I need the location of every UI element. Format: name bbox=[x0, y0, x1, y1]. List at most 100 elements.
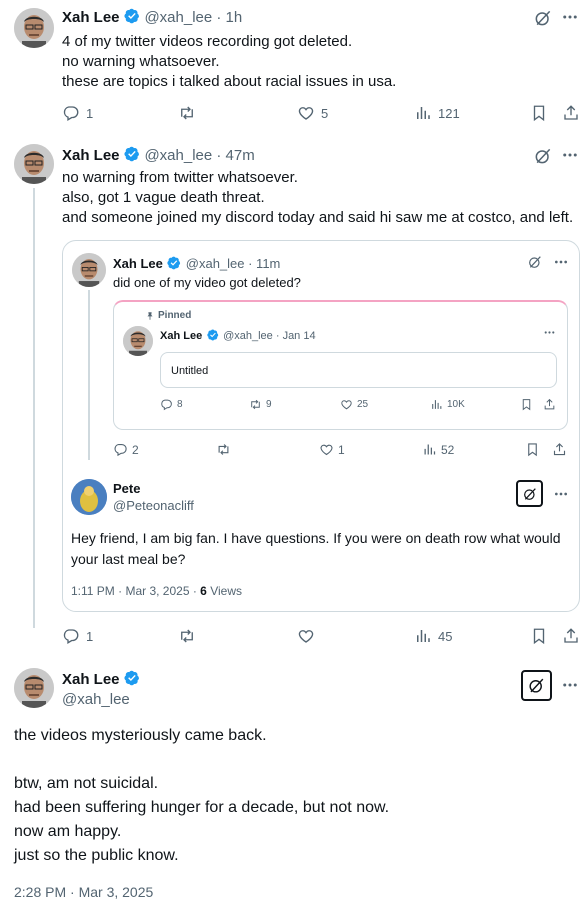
views-count: 10K bbox=[447, 399, 465, 410]
like-count: 1 bbox=[338, 442, 345, 457]
grok-button[interactable] bbox=[521, 670, 552, 701]
grok-button[interactable] bbox=[516, 480, 543, 507]
avatar[interactable] bbox=[14, 668, 54, 708]
like-button[interactable]: 1 bbox=[319, 442, 345, 457]
reply-count: 8 bbox=[177, 399, 183, 410]
pete-header: Pete @Peteonacliff bbox=[113, 481, 194, 513]
views-label: Views bbox=[206, 584, 242, 598]
reply-button[interactable]: 1 bbox=[62, 627, 93, 645]
author-handle[interactable]: @xah_lee · 1h bbox=[144, 9, 242, 26]
retweet-count: 9 bbox=[266, 399, 272, 410]
like-button[interactable]: 5 bbox=[297, 104, 328, 122]
views-button[interactable]: 45 bbox=[414, 627, 452, 645]
reply-count: 1 bbox=[86, 628, 94, 644]
views-icon bbox=[414, 627, 432, 645]
share-icon[interactable] bbox=[562, 104, 580, 122]
reply-icon bbox=[160, 398, 173, 411]
pete-timestamp: 1:11 PM · Mar 3, 2025 · 6 Views bbox=[71, 584, 242, 598]
author-name[interactable]: Xah Lee bbox=[62, 147, 120, 164]
reply-button[interactable]: 1 bbox=[62, 104, 93, 122]
avatar[interactable] bbox=[14, 144, 54, 184]
author-name[interactable]: Pete bbox=[113, 481, 194, 496]
retweet-button[interactable] bbox=[216, 442, 235, 457]
bookmark-icon[interactable] bbox=[525, 442, 540, 457]
author-handle[interactable]: @xah_lee bbox=[62, 691, 140, 708]
like-button[interactable] bbox=[297, 627, 321, 645]
tweet-line: now am happy. bbox=[14, 823, 122, 840]
more-icon[interactable] bbox=[543, 326, 556, 339]
reply-icon bbox=[113, 442, 128, 457]
like-button[interactable]: 25 bbox=[340, 398, 368, 411]
avatar-photo bbox=[14, 668, 54, 708]
verified-badge-icon bbox=[124, 146, 140, 162]
avatar[interactable] bbox=[14, 8, 54, 48]
grok-icon bbox=[527, 676, 546, 695]
verified-badge-icon bbox=[124, 8, 140, 24]
grok-icon[interactable] bbox=[533, 8, 553, 28]
main-header: Xah Lee @xah_lee bbox=[62, 670, 140, 708]
share-icon[interactable] bbox=[562, 627, 580, 645]
retweet-icon bbox=[249, 398, 262, 411]
views-button[interactable]: 52 bbox=[422, 442, 454, 457]
quote-thread-line bbox=[88, 290, 90, 460]
like-icon bbox=[297, 627, 315, 645]
grok-icon[interactable] bbox=[527, 254, 543, 270]
author-handle[interactable]: @xah_lee · 47m bbox=[144, 147, 254, 164]
grok-icon[interactable] bbox=[533, 146, 553, 166]
quote-header: Xah Lee @xah_lee · 11m bbox=[113, 255, 280, 273]
more-icon[interactable] bbox=[561, 8, 579, 26]
bookmark-icon[interactable] bbox=[530, 104, 548, 122]
share-icon[interactable] bbox=[552, 442, 567, 457]
retweet-button[interactable] bbox=[178, 104, 202, 122]
main-timestamp[interactable]: 2:28 PM · Mar 3, 2025 bbox=[14, 884, 153, 900]
tweet-line: also, got 1 vague death threat. bbox=[62, 189, 265, 206]
quote-avatar[interactable] bbox=[72, 253, 106, 287]
quote-text: did one of my video got deleted? bbox=[113, 275, 301, 290]
time-label[interactable]: 1:11 PM · Mar 3, 2025 · bbox=[71, 584, 200, 598]
reply-icon bbox=[62, 627, 80, 645]
more-icon[interactable] bbox=[561, 146, 579, 164]
tweet-line: these are topics i talked about racial i… bbox=[62, 73, 397, 90]
tweet-line: the videos mysteriously came back. bbox=[14, 727, 267, 744]
bookmark-icon[interactable] bbox=[530, 627, 548, 645]
views-icon bbox=[414, 104, 432, 122]
pete-avatar[interactable] bbox=[71, 479, 107, 515]
author-name[interactable]: Xah Lee bbox=[62, 9, 120, 26]
untitled-box[interactable]: Untitled bbox=[160, 352, 557, 388]
pinned-avatar[interactable] bbox=[123, 326, 153, 356]
retweet-icon bbox=[178, 627, 196, 645]
pin-icon bbox=[145, 311, 155, 321]
retweet-button[interactable]: 9 bbox=[249, 398, 272, 411]
avatar-photo bbox=[71, 479, 107, 515]
tweet-line: had been suffering hunger for a decade, … bbox=[14, 799, 390, 816]
avatar-photo bbox=[14, 8, 54, 48]
tweet-line: no warning from twitter whatsoever. bbox=[62, 169, 298, 186]
more-icon[interactable] bbox=[561, 676, 579, 694]
tweet-line: just so the public know. bbox=[14, 847, 179, 864]
author-handle[interactable]: @Peteonacliff bbox=[113, 498, 194, 513]
more-icon[interactable] bbox=[553, 486, 569, 502]
share-icon[interactable] bbox=[543, 398, 556, 411]
author-handle[interactable]: @xah_lee · Jan 14 bbox=[223, 330, 316, 342]
views-button[interactable]: 121 bbox=[414, 104, 460, 122]
author-name[interactable]: Xah Lee bbox=[62, 671, 120, 688]
like-icon bbox=[340, 398, 353, 411]
views-button[interactable]: 10K bbox=[430, 398, 465, 411]
avatar-photo bbox=[72, 253, 106, 287]
reply-button[interactable]: 2 bbox=[113, 442, 139, 457]
views-count: 6 bbox=[200, 584, 207, 598]
retweet-button[interactable] bbox=[178, 627, 202, 645]
untitled-label: Untitled bbox=[171, 365, 209, 377]
more-icon[interactable] bbox=[553, 254, 569, 270]
tweet-text: no warning from twitter whatsoever. also… bbox=[62, 168, 573, 228]
verified-badge-icon bbox=[167, 256, 181, 270]
bookmark-icon[interactable] bbox=[520, 398, 533, 411]
tweet-line: no warning whatsoever. bbox=[62, 53, 220, 70]
pinned-indicator: Pinned bbox=[145, 310, 191, 321]
author-handle[interactable]: @xah_lee · 11m bbox=[186, 256, 281, 271]
views-count: 45 bbox=[438, 628, 453, 644]
reply-button[interactable]: 8 bbox=[160, 398, 183, 411]
tweet-header: Xah Lee @xah_lee · 1h bbox=[62, 8, 242, 27]
author-name[interactable]: Xah Lee bbox=[160, 330, 202, 342]
author-name[interactable]: Xah Lee bbox=[113, 256, 163, 271]
